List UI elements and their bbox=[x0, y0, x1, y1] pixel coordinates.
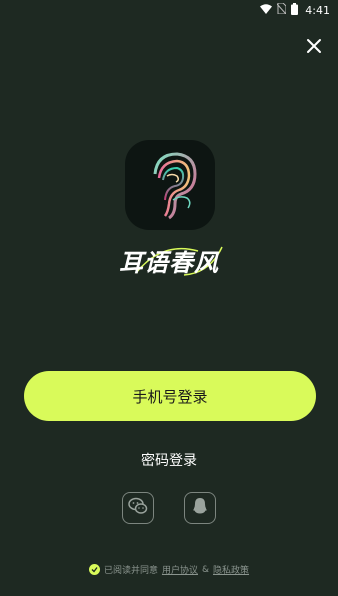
wifi-icon bbox=[260, 3, 273, 17]
qq-icon bbox=[192, 497, 208, 519]
password-login-link[interactable]: 密码登录 bbox=[0, 450, 338, 470]
no-sim-icon bbox=[276, 2, 287, 17]
app-title: 耳语春风 bbox=[119, 248, 219, 277]
app-title-container: 耳语春风 bbox=[0, 240, 338, 280]
agreement-conjunction: & bbox=[201, 564, 210, 575]
wechat-login-button[interactable] bbox=[122, 492, 154, 524]
password-login-label: 密码登录 bbox=[141, 453, 197, 469]
agreement-checkbox[interactable] bbox=[88, 564, 100, 575]
privacy-policy-link[interactable]: 隐私政策 bbox=[213, 563, 249, 576]
social-login-row bbox=[0, 492, 338, 524]
status-bar: 4:41 bbox=[0, 0, 338, 20]
agreement-row: 已阅读并同意 用户协议 & 隐私政策 bbox=[0, 563, 338, 576]
close-icon bbox=[306, 38, 322, 58]
battery-icon bbox=[291, 2, 299, 18]
phone-login-label: 手机号登录 bbox=[132, 387, 208, 406]
agreement-prefix: 已阅读并同意 bbox=[103, 566, 158, 576]
wechat-icon bbox=[128, 497, 148, 519]
close-button[interactable] bbox=[302, 36, 326, 60]
phone-login-button[interactable]: 手机号登录 bbox=[24, 371, 316, 421]
app-logo-icon bbox=[125, 140, 215, 230]
user-agreement-link[interactable]: 用户协议 bbox=[162, 563, 198, 576]
qq-login-button[interactable] bbox=[184, 492, 216, 524]
clock: 4:41 bbox=[305, 3, 330, 17]
